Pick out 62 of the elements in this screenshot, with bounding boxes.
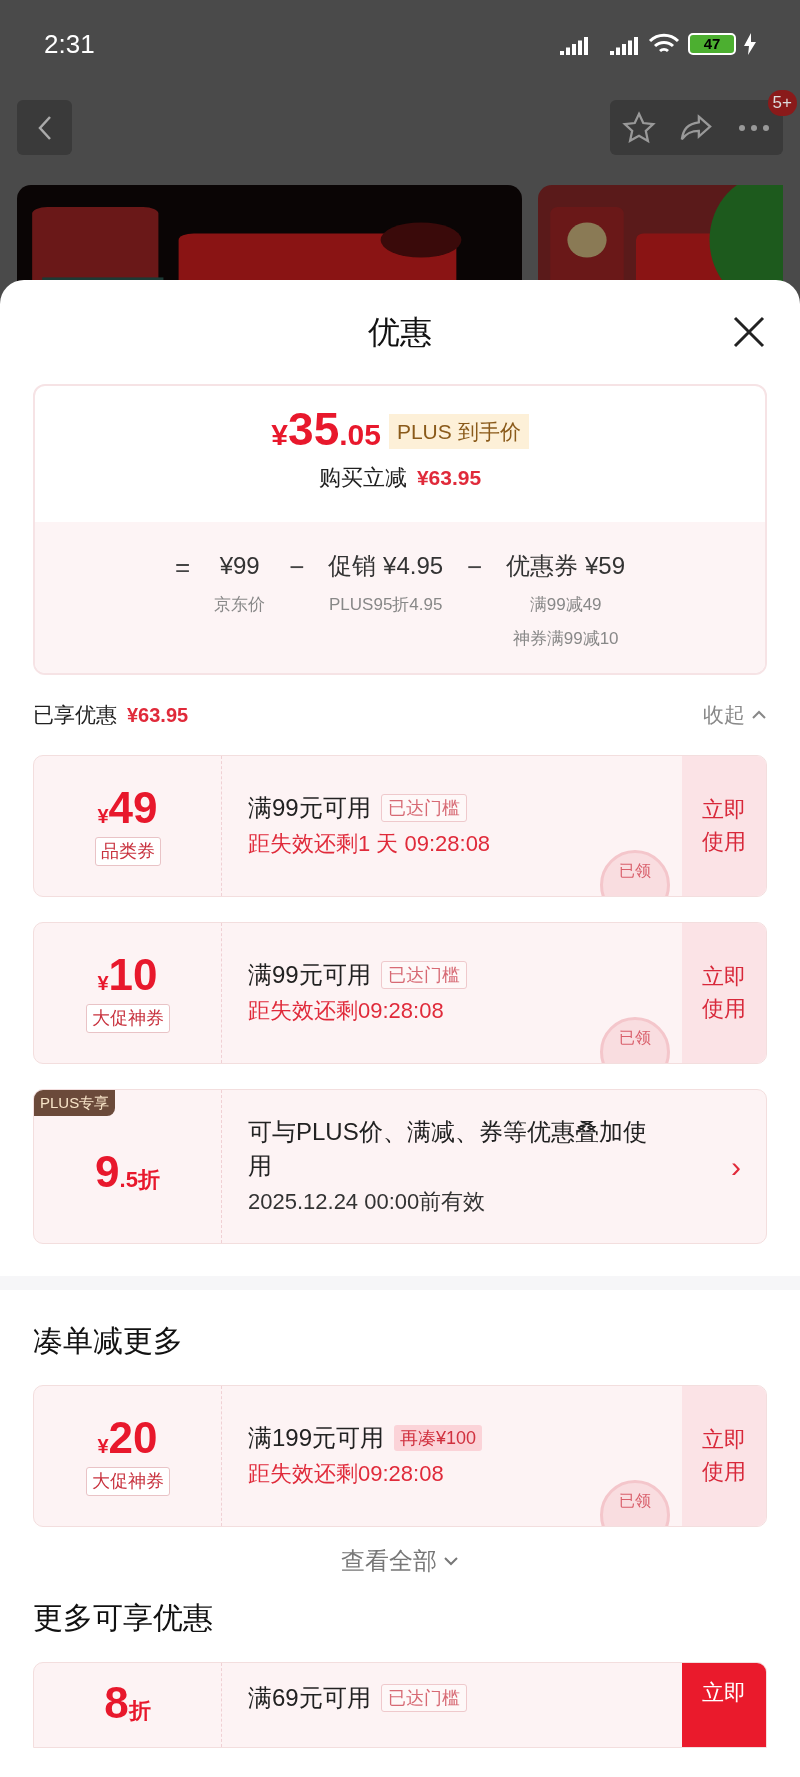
section-title: 更多可享优惠	[33, 1600, 213, 1634]
formula-amount: ¥99	[219, 551, 260, 581]
star-icon[interactable]	[621, 110, 656, 145]
coupon-expiry: 距失效还剩09:28:08	[248, 1460, 445, 1488]
operator-sign: =	[175, 551, 191, 584]
enjoyed-amount: ¥63.95	[127, 702, 189, 728]
coupon-expiry: 距失效还剩09:28:08	[248, 997, 445, 1025]
use-now-button[interactable]: 立即 使用	[682, 1385, 766, 1526]
threshold-tag: 已达门槛	[380, 1683, 467, 1712]
coupon-type-tag: 大促神券	[85, 1003, 170, 1033]
coupon-amount: ¥10	[97, 952, 158, 998]
view-all-button[interactable]: 查看全部	[341, 1542, 459, 1579]
claimed-stamp: 已领	[600, 1479, 670, 1526]
coupon-condition: 满99元可用	[248, 960, 371, 990]
formula-note: 满99减49	[529, 594, 602, 616]
formula-amount: 优惠券 ¥59	[506, 551, 625, 581]
plus-badge: PLUS专享	[34, 1089, 116, 1116]
chevron-icon	[751, 709, 767, 720]
coupon-expiry: 距失效还剩1 天 09:28:08	[248, 830, 492, 858]
chevron-icon	[443, 1555, 459, 1566]
more-icon[interactable]	[737, 122, 772, 133]
coupon-condition: 满69元可用	[248, 1682, 371, 1713]
collapse-toggle[interactable]: 收起	[703, 699, 767, 731]
use-now-button[interactable]: 立即 使用	[682, 922, 766, 1063]
threshold-tag: 已达门槛	[380, 794, 467, 822]
coupon-type-tag: 大促神券	[85, 1466, 170, 1496]
claimed-stamp: 已领	[600, 849, 670, 896]
threshold-tag: 已达门槛	[380, 961, 467, 989]
coupon-expiry: 2025.12.24 00:00前有效	[248, 1187, 487, 1216]
wifi-icon	[648, 33, 680, 55]
price-badge: PLUS 到手价	[388, 413, 529, 450]
formula-amount: 促销 ¥4.95	[328, 551, 444, 581]
operator-sign: −	[289, 551, 305, 584]
enjoyed-label: 已享优惠	[33, 702, 117, 728]
saving-amount: ¥63.95	[416, 464, 482, 491]
final-price: ¥35.05	[271, 406, 381, 457]
discount-value: 9.5折	[95, 1150, 160, 1196]
coupon-amount: ¥20	[97, 1415, 158, 1461]
close-icon[interactable]	[732, 315, 766, 349]
formula-note: 神券满99减10	[512, 627, 619, 650]
battery-indicator: 47	[688, 33, 736, 55]
coupon-amount: ¥49	[97, 785, 158, 831]
coupon-condition: 满99元可用	[248, 793, 371, 823]
saving-label: 购买立减	[318, 464, 407, 492]
coupon-condition: 满199元可用	[248, 1423, 385, 1453]
use-now-button[interactable]: 立即 使用	[682, 755, 766, 896]
claimed-stamp: 已领	[600, 1016, 670, 1063]
sheet-title: 优惠	[368, 313, 432, 352]
operator-sign: −	[467, 551, 483, 584]
chevron-icon[interactable]: ›	[706, 1089, 766, 1243]
section-title: 凑单减更多	[33, 1323, 183, 1357]
formula-note: 京东价	[214, 594, 266, 616]
discount-value: 8折	[104, 1680, 151, 1727]
status-time: 2:31	[44, 27, 95, 61]
coupon-type-tag: 品类券	[94, 836, 161, 866]
formula-note: PLUS95折4.95	[329, 594, 443, 616]
threshold-tag: 再凑¥100	[394, 1425, 483, 1451]
use-now-button[interactable]: 立即	[682, 1662, 766, 1747]
back-button[interactable]	[17, 100, 72, 155]
notification-badge: 5+	[767, 90, 797, 116]
coupon-condition: 可与PLUS价、满减、券等优惠叠加使用	[248, 1116, 648, 1181]
charging-icon	[744, 33, 756, 55]
